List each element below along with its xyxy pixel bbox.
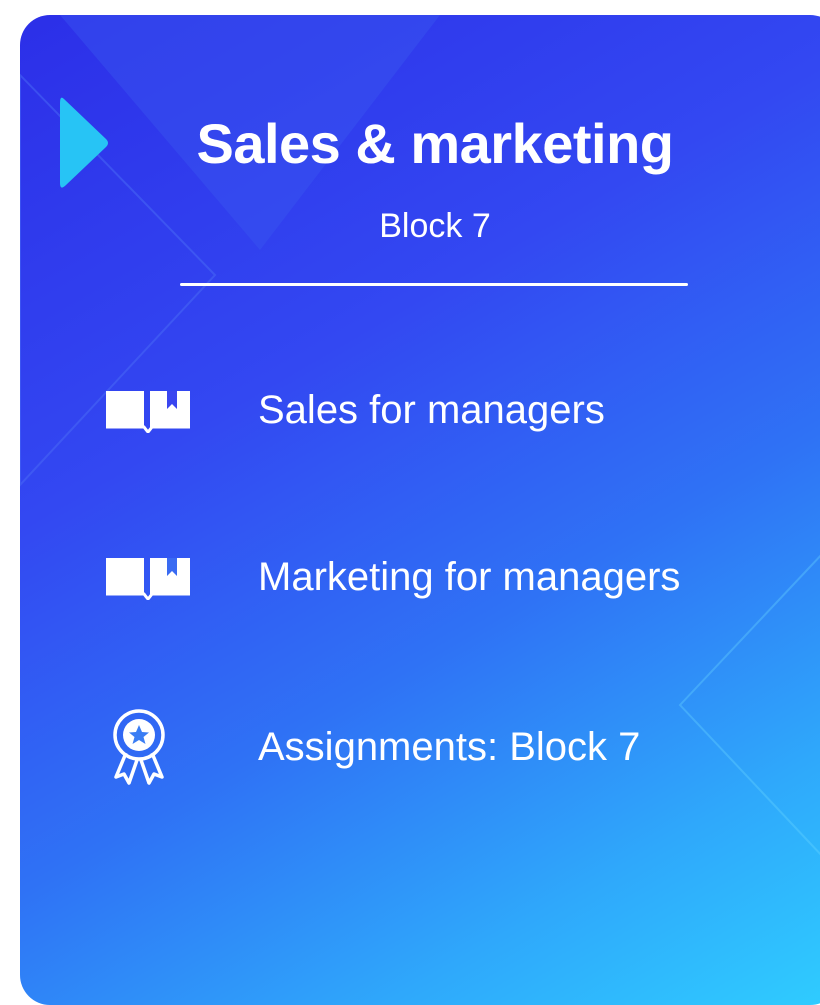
list-item-assignments[interactable]: Assignments: Block 7 (104, 709, 641, 785)
page-title: Sales & marketing (196, 112, 674, 175)
list-item-label: Assignments: Block 7 (258, 724, 641, 769)
list-item-label: Sales for managers (258, 387, 605, 432)
open-book-icon (104, 375, 194, 445)
award-badge-icon (104, 709, 194, 785)
course-block-card: Sales & marketing Block 7 Sales for mana… (20, 15, 820, 1005)
list-item-label: Marketing for managers (258, 554, 681, 599)
list-item-marketing-for-managers[interactable]: Marketing for managers (104, 542, 680, 612)
list-item-sales-for-managers[interactable]: Sales for managers (104, 375, 605, 445)
block-subtitle: Block 7 (379, 207, 491, 245)
open-book-icon (104, 542, 194, 612)
title-divider (180, 283, 688, 286)
